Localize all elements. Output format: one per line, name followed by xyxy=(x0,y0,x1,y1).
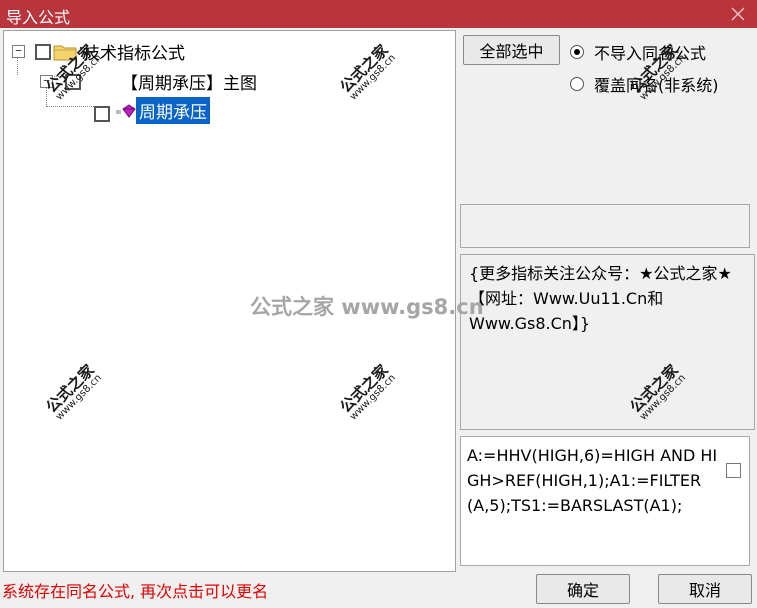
ok-button[interactable]: 确定 xyxy=(536,574,630,604)
title-bar: 导入公式 xyxy=(0,0,757,28)
description-panel: {更多指标关注公众号：★公式之家★【网址：Www.Uu11.Cn和Www.Gs8… xyxy=(460,254,755,430)
select-all-button[interactable]: 全部选中 xyxy=(463,35,560,65)
radio-button[interactable] xyxy=(570,77,584,91)
close-icon xyxy=(731,7,745,21)
collapse-toggle[interactable]: − xyxy=(12,45,25,58)
tree-node-label: 【周期承压】主图 xyxy=(121,74,257,94)
close-button[interactable] xyxy=(719,0,757,28)
window-title: 导入公式 xyxy=(6,8,71,27)
code-checkbox[interactable] xyxy=(726,463,741,478)
formula-code-text: A:=HHV(HIGH,6)=HIGH AND HIGH>REF(HIGH,1)… xyxy=(467,446,718,515)
tree-checkbox[interactable] xyxy=(35,43,51,60)
description-text: {更多指标关注公众号：★公式之家★【网址：Www.Uu11.Cn和Www.Gs8… xyxy=(469,264,732,333)
formula-code-panel[interactable]: A:=HHV(HIGH,6)=HIGH AND HIGH>REF(HIGH,1)… xyxy=(460,436,750,566)
formula-cube-icon xyxy=(116,103,136,118)
empty-input-field[interactable] xyxy=(460,204,750,248)
tree-checkbox[interactable] xyxy=(94,105,110,122)
tree-node-leaf[interactable]: 周期承压 xyxy=(94,97,210,124)
radio-button-checked[interactable] xyxy=(570,45,584,59)
center-watermark: 公式之家 www.gs8.cn xyxy=(250,295,484,319)
tree-node-label-selected: 周期承压 xyxy=(136,97,210,124)
status-message: 系统存在同名公式, 再次点击可以更名 xyxy=(2,582,269,601)
cancel-button[interactable]: 取消 xyxy=(658,574,752,604)
tree-connector xyxy=(46,106,96,107)
